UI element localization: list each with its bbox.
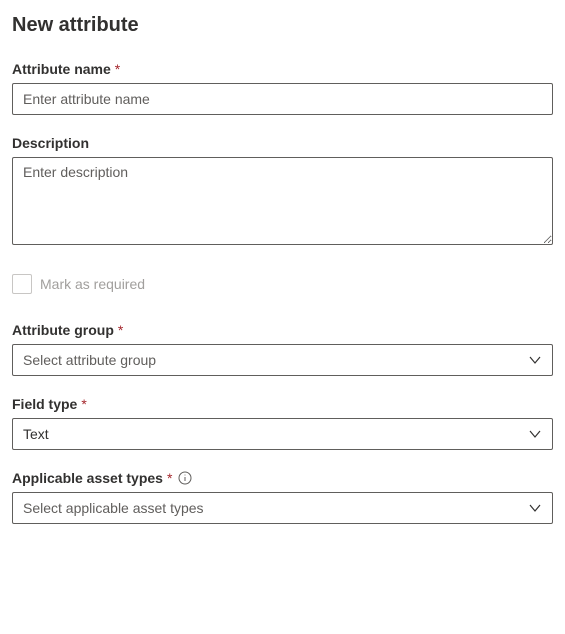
page-title: New attribute [12,14,553,37]
attribute-group-label-text: Attribute group [12,322,114,338]
info-icon[interactable] [178,471,192,485]
chevron-down-icon [528,501,542,515]
field-description: Description [12,135,553,250]
field-applicable-asset-types: Applicable asset types * Select applicab… [12,470,553,524]
applicable-asset-types-label: Applicable asset types * [12,470,553,486]
description-label: Description [12,135,553,151]
attribute-name-label: Attribute name * [12,61,553,77]
field-attribute-name: Attribute name * [12,61,553,115]
applicable-asset-types-placeholder: Select applicable asset types [23,500,204,516]
attribute-name-input[interactable] [12,83,553,115]
field-type-value: Text [23,426,49,442]
attribute-group-placeholder: Select attribute group [23,352,156,368]
mark-required-label: Mark as required [40,276,145,292]
attribute-group-label: Attribute group * [12,322,553,338]
field-type-label-text: Field type [12,396,77,412]
field-type-label: Field type * [12,396,553,412]
required-indicator: * [81,396,86,412]
required-indicator: * [118,322,123,338]
attribute-group-dropdown[interactable]: Select attribute group [12,344,553,376]
field-type-dropdown[interactable]: Text [12,418,553,450]
mark-required-checkbox[interactable] [12,274,32,294]
chevron-down-icon [528,427,542,441]
chevron-down-icon [528,353,542,367]
mark-required-row: Mark as required [12,274,553,294]
applicable-asset-types-dropdown[interactable]: Select applicable asset types [12,492,553,524]
attribute-name-label-text: Attribute name [12,61,111,77]
applicable-asset-types-label-text: Applicable asset types [12,470,163,486]
required-indicator: * [115,61,120,77]
field-attribute-group: Attribute group * Select attribute group [12,322,553,376]
required-indicator: * [167,470,172,486]
description-label-text: Description [12,135,89,151]
field-field-type: Field type * Text [12,396,553,450]
description-input[interactable] [12,157,553,245]
